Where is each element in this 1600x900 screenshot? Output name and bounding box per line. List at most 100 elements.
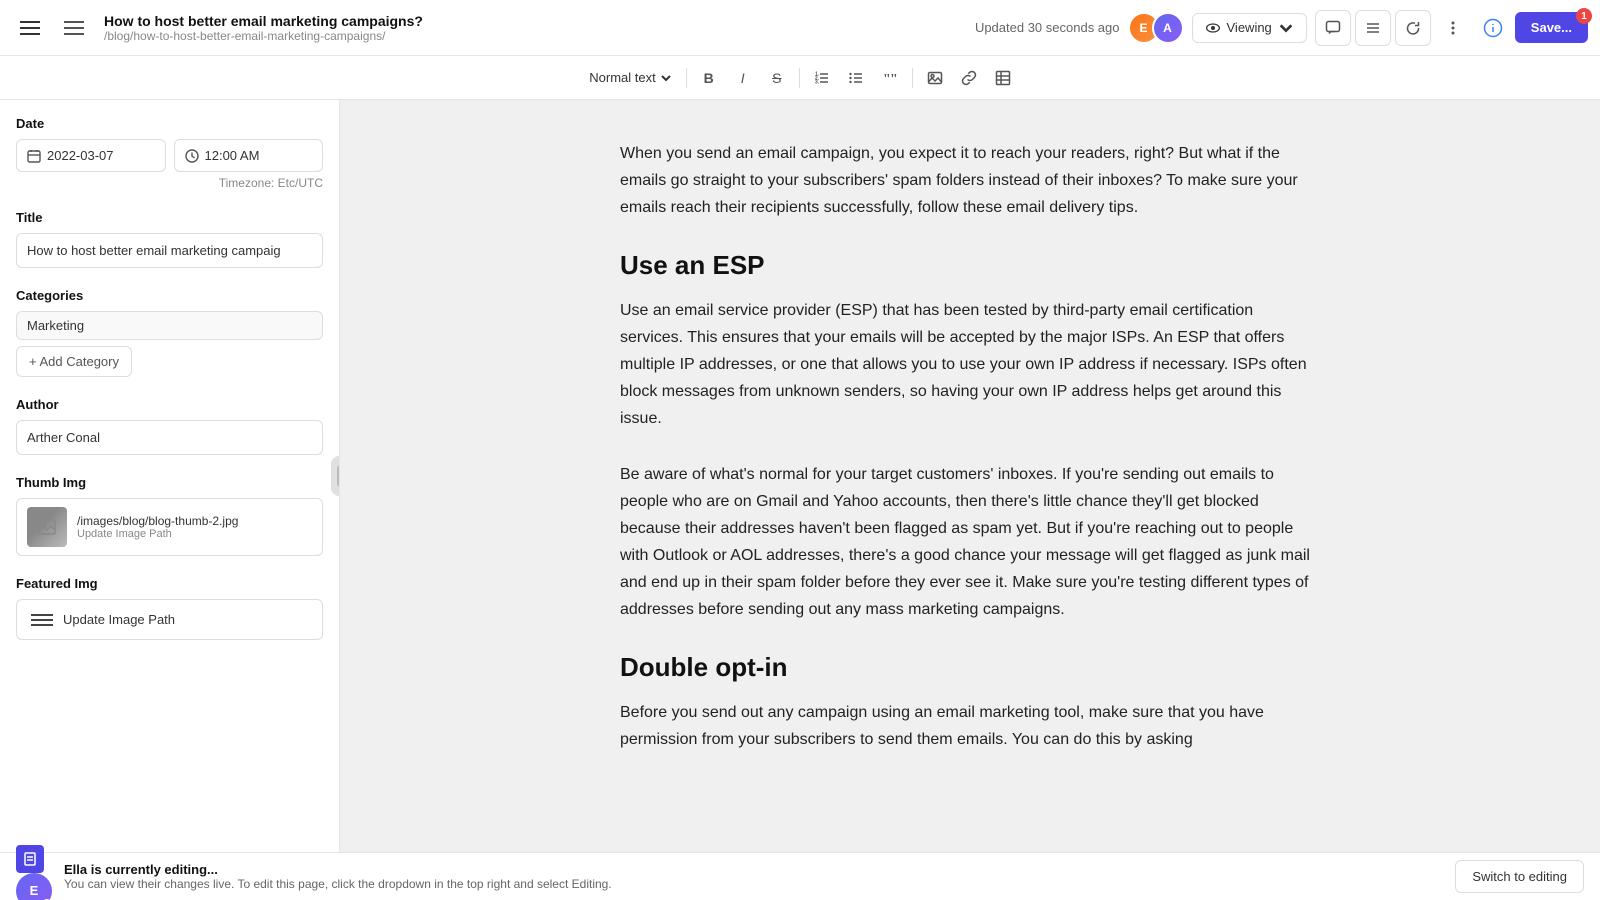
bottom-notification-title: Ella is currently editing... <box>64 862 1443 877</box>
thumb-preview-image <box>27 507 67 547</box>
image-icon <box>927 70 943 86</box>
author-section: Author <box>16 397 323 455</box>
bottom-page-icon <box>16 845 44 873</box>
link-icon <box>961 70 977 86</box>
more-options-button[interactable] <box>1435 10 1471 46</box>
switch-to-editing-button[interactable]: Switch to editing <box>1455 860 1584 893</box>
bottom-notification-subtitle: You can view their changes live. To edit… <box>64 877 1443 891</box>
text-style-label: Normal text <box>589 70 655 85</box>
title-label: Title <box>16 210 323 225</box>
thumb-preview <box>27 507 67 547</box>
add-category-label: + Add Category <box>29 354 119 369</box>
author-label: Author <box>16 397 323 412</box>
ellipsis-vertical-icon <box>1445 20 1461 36</box>
divider-3 <box>912 68 913 88</box>
ordered-list-button[interactable]: 1. 2. 3. <box>806 62 838 94</box>
calendar-icon <box>27 149 41 163</box>
divider-1 <box>686 68 687 88</box>
image-button[interactable] <box>919 62 951 94</box>
text-style-dropdown[interactable]: Normal text <box>581 66 679 89</box>
bottom-text-block: Ella is currently editing... You can vie… <box>64 862 1443 891</box>
sidebar-toggle-button[interactable] <box>56 10 92 46</box>
collaborator-avatars: E A <box>1128 12 1184 44</box>
date-section: Date 2022-03-07 12:00 AM <box>16 116 323 190</box>
article-body-1: Use an email service provider (ESP) that… <box>620 297 1320 433</box>
comment-icon <box>1325 20 1341 36</box>
italic-button[interactable]: I <box>727 62 759 94</box>
editor-toolbar: Normal text B I S 1. 2. 3. " " <box>0 56 1600 100</box>
svg-text:": " <box>890 72 898 86</box>
grid-menu-button[interactable] <box>12 10 48 46</box>
thumb-img-block[interactable]: /images/blog/blog-thumb-2.jpg Update Ima… <box>16 498 323 556</box>
view-label: Viewing <box>1227 20 1272 35</box>
bottom-bar: E Ella is currently editing... You can v… <box>0 852 1600 900</box>
featured-img-update-label: Update Image Path <box>63 612 175 627</box>
switch-to-editing-label: Switch to editing <box>1472 869 1567 884</box>
bottom-avatar: E <box>16 873 52 900</box>
save-badge: 1 <box>1576 8 1592 24</box>
article-intro: When you send an email campaign, you exp… <box>620 140 1320 222</box>
title-input[interactable] <box>16 233 323 268</box>
main-layout: Date 2022-03-07 12:00 AM <box>0 100 1600 852</box>
thumb-img-update: Update Image Path <box>77 528 238 540</box>
categories-section: Categories Marketing + Add Category <box>16 288 323 377</box>
header-meta: Updated 30 seconds ago E A Viewing <box>975 10 1588 46</box>
featured-img-block[interactable]: Update Image Path <box>16 599 323 640</box>
article-h2-1: Use an ESP <box>620 250 1320 281</box>
blockquote-icon: " " <box>882 70 898 86</box>
page-title: How to host better email marketing campa… <box>104 13 967 29</box>
comment-button[interactable] <box>1315 10 1351 46</box>
date-label: Date <box>16 116 323 131</box>
link-button[interactable] <box>953 62 985 94</box>
thumb-img-info: /images/blog/blog-thumb-2.jpg Update Ima… <box>77 514 238 540</box>
image-placeholder-icon <box>37 517 57 537</box>
unordered-list-button[interactable] <box>840 62 872 94</box>
article-body-2: Be aware of what's normal for your targe… <box>620 461 1320 624</box>
thumb-img-section: Thumb Img /images/blog/blog-thumb-2.jpg … <box>16 475 323 556</box>
category-tag: Marketing <box>16 311 323 340</box>
clock-icon <box>185 149 199 163</box>
info-button[interactable] <box>1475 10 1511 46</box>
timezone-label: Timezone: Etc/UTC <box>16 176 323 190</box>
settings-button[interactable] <box>1355 10 1391 46</box>
unordered-list-icon <box>848 70 864 86</box>
menu-lines-icon <box>1365 20 1381 36</box>
article-body-3: Before you send out any campaign using a… <box>620 699 1320 753</box>
bold-button[interactable]: B <box>693 62 725 94</box>
ordered-list-icon: 1. 2. 3. <box>814 70 830 86</box>
save-button[interactable]: Save... 1 <box>1515 12 1588 43</box>
view-dropdown-button[interactable]: Viewing <box>1192 13 1307 43</box>
avatar-2: A <box>1152 12 1184 44</box>
thumb-img-label: Thumb Img <box>16 475 323 490</box>
refresh-button[interactable] <box>1395 10 1431 46</box>
refresh-icon <box>1405 20 1421 36</box>
header-title-block: How to host better email marketing campa… <box>104 13 967 43</box>
thumb-img-path: /images/blog/blog-thumb-2.jpg <box>77 514 238 528</box>
add-category-button[interactable]: + Add Category <box>16 346 132 377</box>
updated-text: Updated 30 seconds ago <box>975 20 1120 35</box>
date-value: 2022-03-07 <box>47 148 114 163</box>
header-actions: Save... 1 <box>1315 10 1588 46</box>
save-label: Save... <box>1531 20 1572 35</box>
collaborator-avatar-wrap: E <box>16 845 52 900</box>
chevron-down-icon <box>1278 20 1294 36</box>
time-input[interactable]: 12:00 AM <box>174 139 324 172</box>
table-button[interactable] <box>987 62 1019 94</box>
eye-icon <box>1205 20 1221 36</box>
table-icon <box>995 70 1011 86</box>
categories-label: Categories <box>16 288 323 303</box>
blockquote-button[interactable]: " " <box>874 62 906 94</box>
strikethrough-button[interactable]: S <box>761 62 793 94</box>
time-value: 12:00 AM <box>205 148 260 163</box>
content-area: When you send an email campaign, you exp… <box>340 100 1600 852</box>
chevron-down-icon <box>660 72 672 84</box>
info-icon <box>1483 18 1503 38</box>
sidebar-resize-handle[interactable] <box>331 456 340 496</box>
document-icon <box>23 852 37 866</box>
category-value: Marketing <box>27 318 84 333</box>
title-section: Title <box>16 210 323 268</box>
author-input[interactable] <box>16 420 323 455</box>
date-input[interactable]: 2022-03-07 <box>16 139 166 172</box>
sidebar: Date 2022-03-07 12:00 AM <box>0 100 340 852</box>
page-slug: /blog/how-to-host-better-email-marketing… <box>104 29 967 43</box>
